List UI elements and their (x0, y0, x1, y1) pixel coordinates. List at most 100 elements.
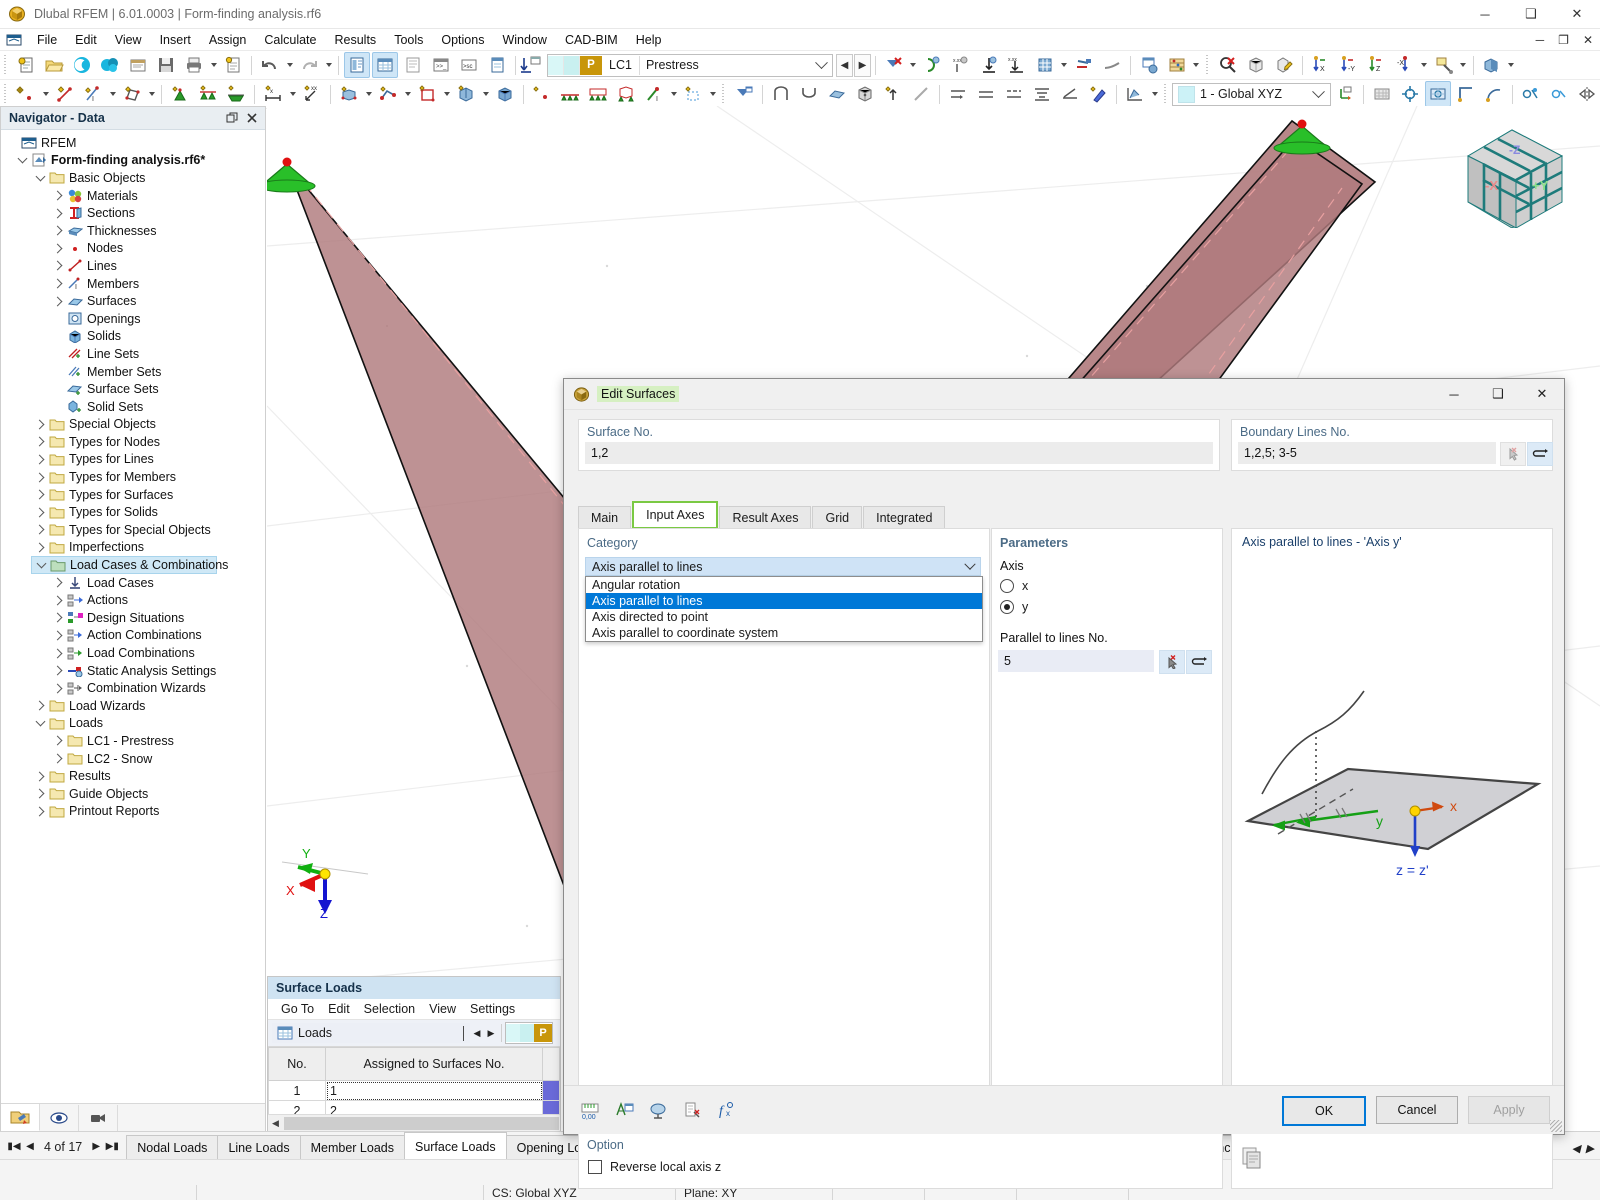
close-icon[interactable] (243, 109, 261, 127)
extrude-dropdown-caret[interactable] (480, 82, 491, 106)
tree-item-results[interactable]: Results (1, 767, 265, 785)
align-spread-button[interactable] (1001, 81, 1027, 107)
tree-item-loads[interactable]: Loads (1, 715, 265, 733)
lift-object-button[interactable] (880, 81, 906, 107)
dialog-maximize-button[interactable]: ❑ (1476, 379, 1520, 409)
first-page-button[interactable]: ▮◀ (6, 1138, 22, 1156)
navigator-tab-views[interactable] (79, 1104, 118, 1131)
table-menu-view[interactable]: View (422, 1002, 463, 1016)
tree-item-actions[interactable]: Actions (1, 591, 265, 609)
navigator-toggle-button[interactable] (344, 52, 370, 78)
menu-results[interactable]: Results (326, 31, 386, 49)
cloud-button[interactable] (69, 52, 95, 78)
chevron-right-icon[interactable] (51, 188, 66, 203)
chevron-right-icon[interactable] (33, 540, 48, 555)
tree-item-lines[interactable]: Lines (1, 257, 265, 275)
dimension-dropdown-caret[interactable] (287, 82, 298, 106)
mdi-restore-button[interactable]: ❐ (1551, 33, 1576, 47)
mdi-close-button[interactable]: ✕ (1576, 33, 1600, 47)
cell-assigned[interactable]: 1 (325, 1080, 543, 1101)
undo-dropdown-caret[interactable] (284, 53, 295, 77)
coordinate-system-selector[interactable]: 1 - Global XYZ (1172, 82, 1331, 106)
tree-item-members[interactable]: I Members (1, 275, 265, 293)
dialog-tab-grid[interactable]: Grid (812, 506, 863, 529)
table-next-button[interactable]: ▶ (484, 1023, 498, 1043)
tree-item-types-for-special-objects[interactable]: Types for Special Objects (1, 521, 265, 539)
perspective-button[interactable] (1431, 52, 1457, 78)
chevron-right-icon[interactable] (33, 417, 48, 432)
member-load-button[interactable] (976, 52, 1002, 78)
copy-object-button[interactable] (336, 81, 362, 107)
reverse-local-axis-z-checkbox[interactable]: Reverse local axis z (588, 1160, 721, 1174)
cs-dropdown-caret[interactable] (1308, 84, 1330, 99)
dialog-size-grip[interactable] (1550, 1120, 1562, 1132)
info-details-button[interactable] (679, 1097, 705, 1123)
restore-icon[interactable] (223, 109, 241, 127)
tab-nodal-loads[interactable]: Nodal Loads (126, 1135, 219, 1160)
line-support-new-button[interactable] (195, 81, 221, 107)
converge-button[interactable] (1029, 81, 1055, 107)
tabs-scroll-right-button[interactable]: ▶ (1583, 1137, 1597, 1159)
table-menu-goto[interactable]: Go To (274, 1002, 321, 1016)
free-line-load-button[interactable] (1099, 52, 1125, 78)
axis-radio-x[interactable]: x (1000, 577, 1028, 595)
navigator-tab-display[interactable] (40, 1104, 79, 1131)
chevron-right-icon[interactable] (51, 294, 66, 309)
maximize-button[interactable]: ❑ (1508, 0, 1554, 28)
tree-item-lc1-prestress[interactable]: LC1 - Prestress (1, 732, 265, 750)
free-load-button[interactable] (1071, 52, 1097, 78)
tree-item-lc2-snow[interactable]: LC2 - Snow (1, 750, 265, 768)
perspective-dropdown-caret[interactable] (1458, 53, 1469, 77)
chevron-right-icon[interactable] (51, 610, 66, 625)
tab-surface-loads[interactable]: Surface Loads (403, 1132, 507, 1160)
tree-item-action-combinations[interactable]: Action Combinations (1, 627, 265, 645)
mdi-minimize-button[interactable]: ─ (1529, 33, 1552, 47)
dialog-tab-main[interactable]: Main (578, 506, 632, 529)
chevron-right-icon[interactable] (33, 698, 48, 713)
category-dropdown-list[interactable]: Angular rotation Axis parallel to lines … (585, 576, 983, 642)
tree-item-surfaces[interactable]: Surfaces (1, 292, 265, 310)
delete-load-button[interactable] (881, 52, 907, 78)
tree-item-types-for-surfaces[interactable]: Types for Surfaces (1, 486, 265, 504)
apply-button[interactable]: Apply (1468, 1096, 1550, 1124)
category-option-angular-rotation[interactable]: Angular rotation (586, 577, 982, 593)
tree-item-surface-sets[interactable]: Surface Sets (1, 380, 265, 398)
member-hinge-dropdown-caret[interactable] (668, 82, 679, 106)
tabs-scroll-left-button[interactable]: ◀ (1569, 1137, 1583, 1159)
surface-load-button[interactable]: x.xx (1004, 52, 1030, 78)
next-page-button[interactable]: ▶ (88, 1138, 104, 1156)
display-properties-button[interactable] (611, 1097, 637, 1123)
view-cube-button[interactable] (852, 81, 878, 107)
toolbar-grip[interactable] (1204, 55, 1211, 75)
units-button[interactable]: 0,00 (577, 1097, 603, 1123)
dialog-minimize-button[interactable]: ─ (1432, 379, 1476, 409)
menu-window[interactable]: Window (493, 31, 555, 49)
reset-boundary-lines-button[interactable] (1527, 442, 1553, 466)
chevron-right-icon[interactable] (51, 258, 66, 273)
redo-button[interactable] (296, 52, 322, 78)
parallel-to-lines-input[interactable]: 5 (998, 650, 1154, 672)
last-page-button[interactable]: ▶▮ (104, 1138, 120, 1156)
cancel-button[interactable]: Cancel (1376, 1096, 1458, 1124)
toolbar-grip[interactable] (1163, 84, 1169, 104)
node-snap-button[interactable] (529, 81, 555, 107)
delete-dropdown-caret[interactable] (908, 53, 919, 77)
chevron-right-icon[interactable] (51, 628, 66, 643)
pick-boundary-lines-button[interactable] (1500, 442, 1526, 466)
tree-item-combination-wizards[interactable]: Combination Wizards (1, 679, 265, 697)
support-surface-button[interactable] (585, 81, 611, 107)
category-option-axis-parallel-to-coordinate-system[interactable]: Axis parallel to coordinate system (586, 625, 982, 641)
edit-view-button[interactable] (1271, 52, 1297, 78)
surface-loads-table[interactable]: No. Assigned to Surfaces No. 1 1 2 2 (268, 1047, 560, 1121)
chevron-right-icon[interactable] (33, 452, 48, 467)
tree-item-form-finding-analysis-rf6[interactable]: Form-finding analysis.rf6* (1, 152, 265, 170)
tree-item-printout-reports[interactable]: Printout Reports (1, 803, 265, 821)
scroll-left-button[interactable]: ◀ (268, 1116, 283, 1131)
tree-item-member-sets[interactable]: Member Sets (1, 363, 265, 381)
taper-button[interactable] (1057, 81, 1083, 107)
chevron-down-icon[interactable] (33, 716, 48, 731)
formula-button[interactable]: fx (713, 1097, 739, 1123)
chevron-down-icon[interactable] (15, 153, 30, 168)
tree-item-solid-sets[interactable]: Solid Sets (1, 398, 265, 416)
result-diagram-button[interactable] (1122, 81, 1148, 107)
